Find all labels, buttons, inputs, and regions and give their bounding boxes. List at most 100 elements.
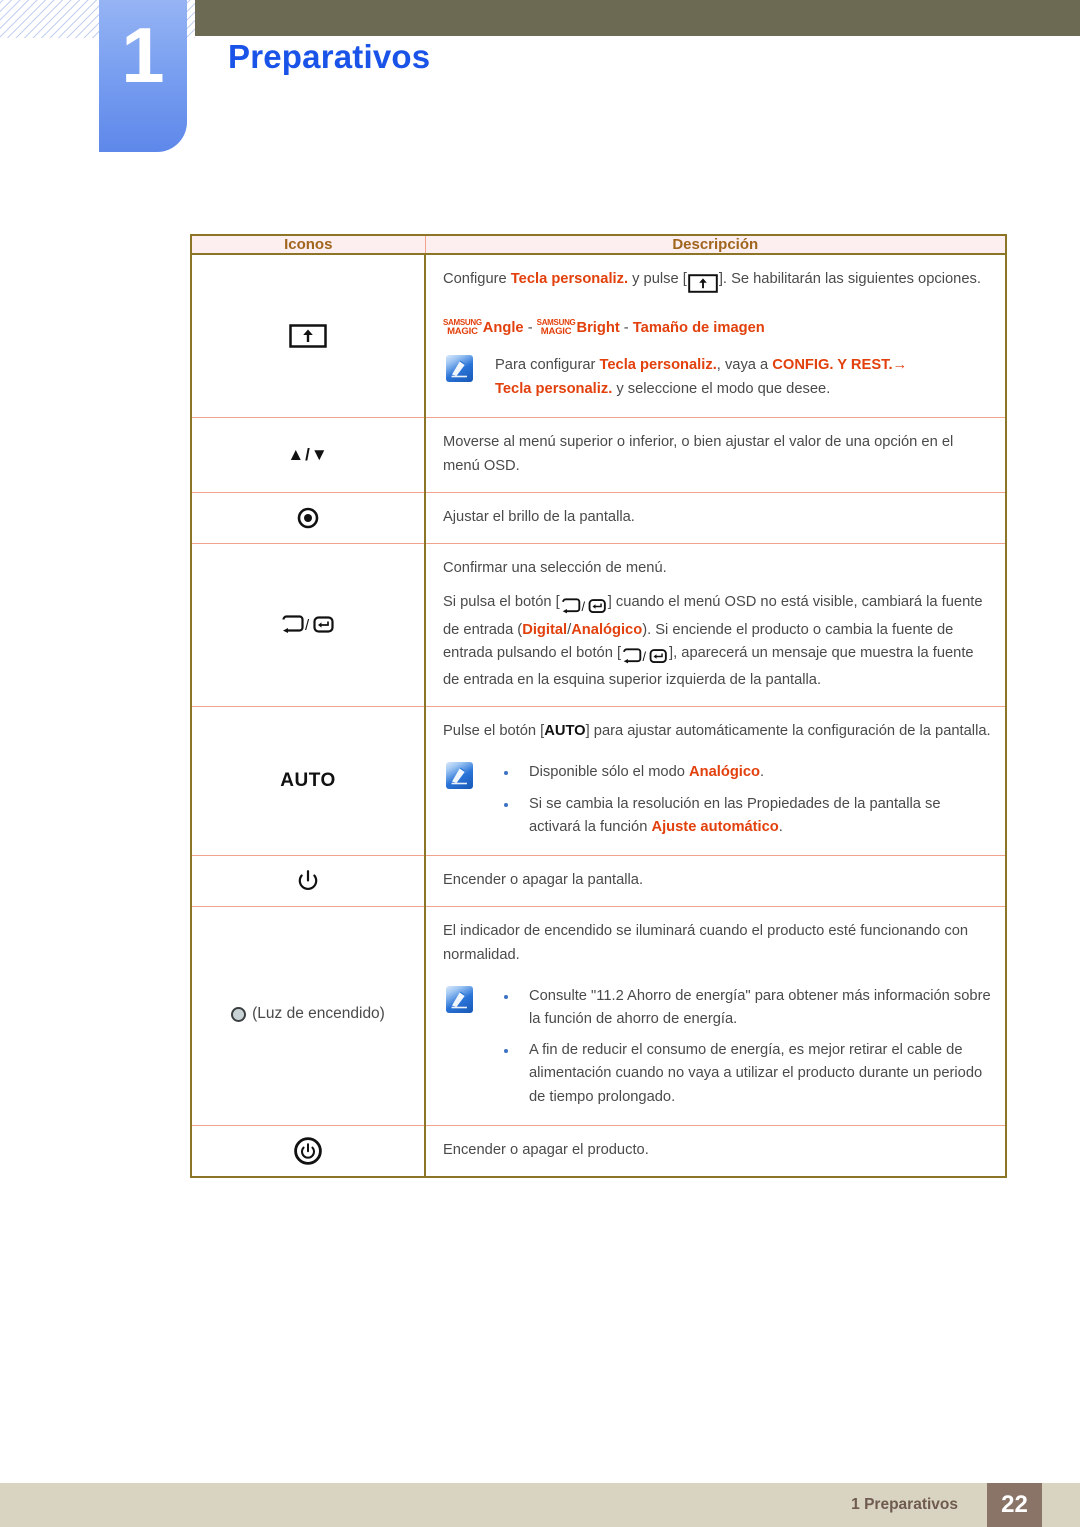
icon-cell-power-button <box>190 1124 426 1178</box>
text-fragment: Consulte "11.2 Ahorro de energía" para o… <box>529 987 991 1027</box>
desc-cell-power-screen: Encender o apagar la pantalla. <box>424 855 1007 908</box>
magic-feature-line: SAMSUNG MAGIC Angle - SAMSUNG MAGIC Bright -… <box>443 317 993 340</box>
text-fragment: - <box>619 320 633 337</box>
note-bullet-list: Consulte "11.2 Ahorro de energía" para o… <box>495 985 993 1109</box>
arrow-right-icon: → <box>892 357 908 374</box>
feature-tamano-imagen: Tamaño de imagen <box>632 320 765 337</box>
samsung-magic-logo: SAMSUNG MAGIC <box>537 319 576 337</box>
highlight-tecla-personaliz: Tecla personaliz. <box>599 357 717 374</box>
icon-cell-source-enter: / <box>190 543 426 708</box>
desc-cell-power-led: El indicador de encendido se iluminará c… <box>424 906 1007 1126</box>
custom-key-arrow-icon <box>289 324 327 348</box>
list-item: Si se cambia la resolución en las Propie… <box>495 793 993 839</box>
text-fragment: Pulse el botón [ <box>443 723 545 740</box>
icon-cell-auto: AUTO <box>190 706 426 857</box>
table-header-row: Iconos Descripción <box>190 234 1007 255</box>
svg-text:/: / <box>581 599 585 614</box>
text-fragment: MAGIC <box>540 326 572 338</box>
icon-cell-custom-key <box>190 253 426 419</box>
top-bar <box>195 0 1080 36</box>
source-enter-icon: / <box>281 615 335 634</box>
chapter-number: 1 <box>121 11 165 99</box>
note-pen-icon <box>446 355 473 383</box>
paragraph: Encender o apagar la pantalla. <box>443 872 644 889</box>
desc-cell-auto: Pulse el botón [AUTO] para ajustar autom… <box>424 706 1007 857</box>
icons-description-table: Iconos Descripción Configure Tecla perso… <box>190 234 1007 1179</box>
footer-page-number: 22 <box>987 1483 1042 1527</box>
icon-cell-power-led: (Luz de encendido) <box>190 906 426 1126</box>
note-block: Consulte "11.2 Ahorro de energía" para o… <box>443 985 993 1109</box>
note-bullet-list: Disponible sólo el modo Analógico. Si se… <box>495 761 993 839</box>
text-fragment: Disponible sólo el modo <box>529 764 690 781</box>
up-down-arrows-icon: ▲/▼ <box>287 445 329 465</box>
paragraph: Ajustar el brillo de la pantalla. <box>443 508 635 525</box>
chapter-tab: 1 <box>99 0 187 152</box>
list-item: A fin de reducir el consumo de energía, … <box>495 1039 993 1109</box>
table-row: Encender o apagar la pantalla. <box>190 855 1007 908</box>
column-header-icons: Iconos <box>190 234 426 255</box>
power-screen-icon <box>297 870 319 891</box>
text-fragment: A fin de reducir el consumo de energía, … <box>529 1042 983 1105</box>
svg-text:/: / <box>305 617 310 634</box>
highlight-tecla-personaliz: Tecla personaliz. <box>510 271 629 287</box>
table-row: AUTO Pulse el botón [AUTO] para ajustar … <box>190 706 1007 857</box>
text-fragment: . <box>760 764 765 781</box>
note-pen-icon <box>446 762 473 790</box>
auto-button-icon: AUTO <box>280 770 336 792</box>
desc-cell-custom-key: Configure Tecla personaliz. y pulse [ ]. … <box>424 253 1007 419</box>
text-fragment: Configure <box>443 271 511 287</box>
text-fragment: y seleccione el modo que desee. <box>612 380 831 397</box>
brightness-dot-icon <box>297 507 319 529</box>
table-row: (Luz de encendido) El indicador de encen… <box>190 906 1007 1126</box>
custom-key-arrow-icon <box>688 272 718 295</box>
paragraph: Configure Tecla personaliz. y pulse [ ]. … <box>443 268 993 295</box>
samsung-magic-logo: SAMSUNG MAGIC <box>443 319 482 337</box>
page-title: Preparativos <box>228 38 431 75</box>
icon-cell-power-screen <box>190 855 426 908</box>
list-item: Consulte "11.2 Ahorro de energía" para o… <box>495 985 993 1031</box>
list-item: Disponible sólo el modo Analógico. <box>495 761 993 784</box>
auto-key-label: AUTO <box>544 723 586 740</box>
power-led-label: (Luz de encendido) <box>252 1005 385 1023</box>
note-block: Disponible sólo el modo Analógico. Si se… <box>443 761 993 839</box>
text-fragment: MAGIC <box>447 326 478 338</box>
icon-cell-brightness <box>190 491 426 545</box>
desc-cell-source-enter: Confirmar una selección de menú. Si puls… <box>424 543 1007 708</box>
svg-text:/: / <box>642 649 646 664</box>
paragraph: Si pulsa el botón [/] cuando el menú OSD… <box>443 591 993 692</box>
note-text: Para configurar Tecla personaliz., vaya … <box>495 354 993 401</box>
table-row: ▲/▼ Moverse al menú superior o inferior,… <box>190 417 1007 493</box>
table-row: / Confirmar una selección de menú. Si pu… <box>190 543 1007 708</box>
text-fragment: - <box>523 320 537 337</box>
footer-chapter-label: 1 Preparativos <box>851 1496 958 1513</box>
highlight-config-y-rest: CONFIG. Y REST. <box>772 357 893 374</box>
text-fragment: ] para ajustar automáticamente la config… <box>585 723 991 740</box>
paragraph: Moverse al menú superior o inferior, o b… <box>443 434 954 474</box>
text-fragment: ]. Se habilitarán las siguientes opcione… <box>718 271 981 287</box>
led-dot-icon <box>231 1006 247 1022</box>
highlight-analogico: Analógico <box>689 764 761 781</box>
power-led-icon: (Luz de encendido) <box>231 1005 385 1023</box>
highlight-ajuste-automatico: Ajuste automático <box>651 818 779 835</box>
text-fragment: Si pulsa el botón [ <box>443 594 560 611</box>
paragraph: Pulse el botón [AUTO] para ajustar autom… <box>443 720 993 743</box>
text-fragment: y pulse [ <box>628 271 687 287</box>
paragraph: Confirmar una selección de menú. <box>443 560 667 577</box>
text-fragment: . <box>778 818 783 835</box>
column-header-description: Descripción <box>424 234 1007 255</box>
highlight-digital: Digital <box>522 621 568 638</box>
feature-bright: Bright <box>576 320 620 337</box>
table-row: Configure Tecla personaliz. y pulse [ ]. … <box>190 253 1007 419</box>
text-fragment: , vaya a <box>716 357 773 374</box>
paragraph: El indicador de encendido se iluminará c… <box>443 923 969 963</box>
desc-cell-up-down: Moverse al menú superior o inferior, o b… <box>424 417 1007 493</box>
highlight-tecla-personaliz: Tecla personaliz. <box>495 380 613 397</box>
source-enter-icon: / <box>561 595 607 618</box>
text-fragment: Para configurar <box>495 357 600 374</box>
desc-cell-power-button: Encender o apagar el producto. <box>424 1124 1007 1178</box>
paragraph: Encender o apagar el producto. <box>443 1141 649 1158</box>
power-button-ring-icon <box>293 1137 323 1165</box>
highlight-analogico: Analógico <box>571 621 643 638</box>
feature-angle: Angle <box>482 320 524 337</box>
note-block: Para configurar Tecla personaliz., vaya … <box>443 354 993 401</box>
